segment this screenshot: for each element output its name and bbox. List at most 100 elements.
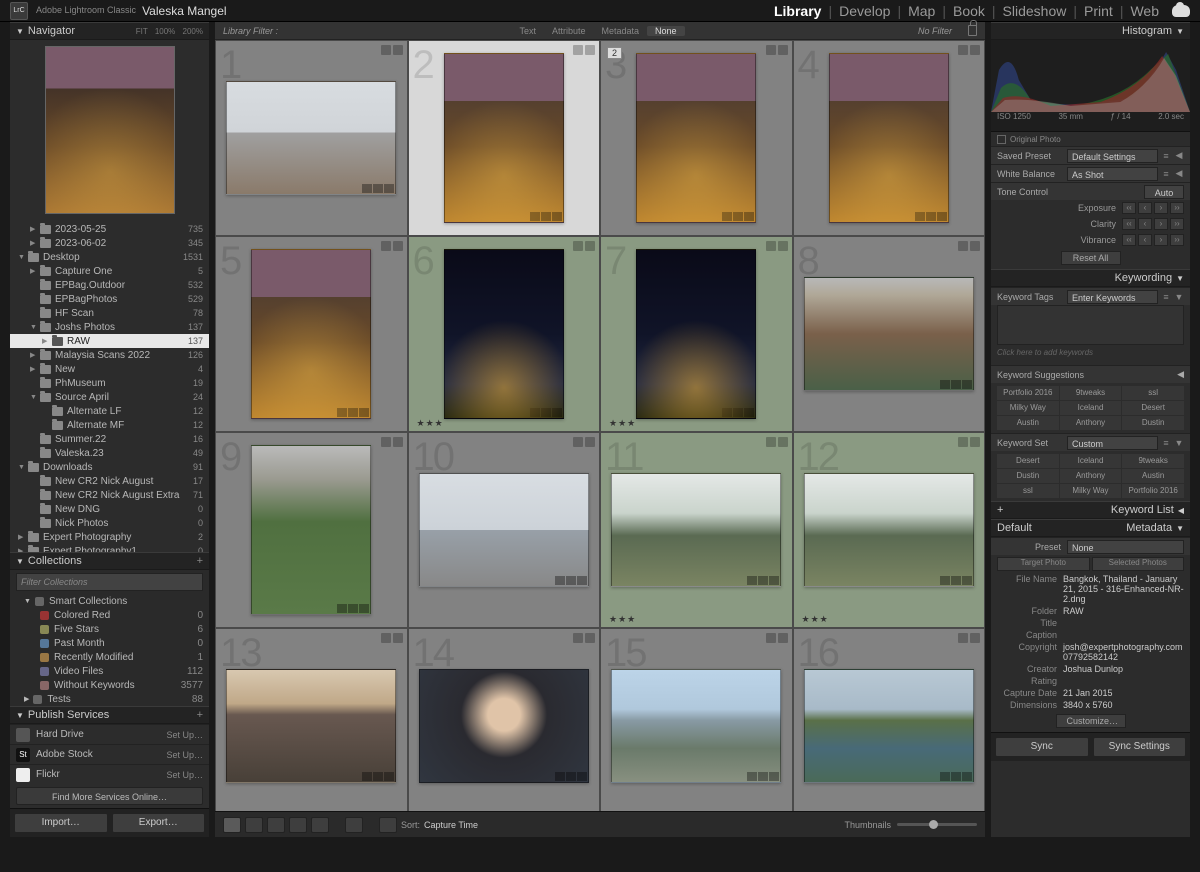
export-button[interactable]: Export… (112, 813, 206, 833)
folder-row[interactable]: Valeska.2349 (10, 446, 209, 460)
keyword-chip[interactable]: Anthony (1060, 469, 1122, 483)
sync-settings-button[interactable]: Sync Settings (1093, 737, 1187, 757)
nav-fit[interactable]: FIT (136, 27, 148, 36)
keyword-chip[interactable]: Austin (1122, 469, 1184, 483)
metadata-row[interactable]: Copyrightjosh@expertphotography.com 0779… (991, 641, 1190, 663)
filter-collections-input[interactable]: Filter Collections (16, 573, 203, 591)
keyword-textarea[interactable] (997, 305, 1184, 345)
nav-200[interactable]: 200% (183, 27, 203, 36)
keyword-chip[interactable]: Milky Way (1060, 484, 1122, 498)
view-grid-icon[interactable] (223, 817, 241, 833)
folder-row[interactable]: Alternate LF12 (10, 404, 209, 418)
publish-service-row[interactable]: FlickrSet Up… (10, 764, 209, 784)
publish-header[interactable]: ▼ Publish Services + (10, 706, 209, 724)
collections-header[interactable]: ▼ Collections + (10, 552, 209, 570)
keyword-chip[interactable]: ssl (997, 484, 1059, 498)
folder-row[interactable]: ▶New4 (10, 362, 209, 376)
keyword-tags-dropdown[interactable]: Enter Keywords (1067, 290, 1158, 304)
grid-cell[interactable]: 1 (215, 40, 408, 236)
folder-row[interactable]: ▼Source April24 (10, 390, 209, 404)
folder-row[interactable]: ▶2023-05-25735 (10, 222, 209, 236)
view-people-icon[interactable] (311, 817, 329, 833)
smart-collection-row[interactable]: Five Stars6 (10, 622, 209, 636)
filter-text[interactable]: Text (511, 26, 544, 36)
smart-collections-group[interactable]: ▼ Smart Collections (10, 594, 209, 608)
metadata-row[interactable]: Title (991, 617, 1190, 629)
metadata-row[interactable]: CreatorJoshua Dunlop (991, 663, 1190, 675)
grid-cell[interactable]: 4 (793, 40, 986, 236)
target-photo-tab[interactable]: Target Photo (997, 557, 1090, 571)
grid-cell[interactable]: 5 (215, 236, 408, 432)
keyword-chip[interactable]: Milky Way (997, 401, 1059, 415)
view-loupe-icon[interactable] (245, 817, 263, 833)
metadata-preset-dropdown[interactable]: None (1067, 540, 1184, 554)
folder-row[interactable]: Summer.2216 (10, 432, 209, 446)
grid-cell[interactable]: 9 (215, 432, 408, 628)
import-button[interactable]: Import… (14, 813, 108, 833)
folder-row[interactable]: Alternate MF12 (10, 418, 209, 432)
folder-row[interactable]: EPBagPhotos529 (10, 292, 209, 306)
customize-metadata-button[interactable]: Customize… (1056, 714, 1126, 728)
folder-row[interactable]: EPBag.Outdoor532 (10, 278, 209, 292)
sort-value[interactable]: Capture Time (424, 820, 478, 830)
keyword-chip[interactable]: ssl (1122, 386, 1184, 400)
filter-preset[interactable]: No Filter (918, 26, 966, 36)
grid-cell[interactable]: 11 ★★★ (600, 432, 793, 628)
nav-100[interactable]: 100% (155, 27, 175, 36)
keyword-chip[interactable]: Austin (997, 416, 1059, 430)
folder-row[interactable]: New CR2 Nick August17 (10, 474, 209, 488)
grid-cell[interactable]: 3 2 (600, 40, 793, 236)
smart-collection-row[interactable]: Recently Modified1 (10, 650, 209, 664)
grid-cell[interactable]: 2 (408, 40, 601, 236)
grid-cell[interactable]: 14 (408, 628, 601, 811)
folder-row[interactable]: New DNG0 (10, 502, 209, 516)
keyword-chip[interactable]: Portfolio 2016 (1122, 484, 1184, 498)
filter-attribute[interactable]: Attribute (544, 26, 594, 36)
reset-all-button[interactable]: Reset All (1061, 251, 1121, 265)
folder-row[interactable]: ▶Expert Photography2 (10, 530, 209, 544)
view-compare-icon[interactable] (267, 817, 285, 833)
keyword-chip[interactable]: 9tweaks (1060, 386, 1122, 400)
filter-none[interactable]: None (647, 26, 685, 36)
wb-dropdown[interactable]: As Shot (1067, 167, 1158, 181)
folder-row[interactable]: ▼Downloads91 (10, 460, 209, 474)
view-survey-icon[interactable] (289, 817, 307, 833)
original-photo-toggle[interactable]: Original Photo (991, 132, 1190, 146)
navigator-header[interactable]: ▼ Navigator FIT 100% 200% (10, 22, 209, 40)
publish-service-row[interactable]: Hard DriveSet Up… (10, 724, 209, 744)
keyword-hint[interactable]: Click here to add keywords (997, 348, 1184, 362)
metadata-row[interactable]: File NameBangkok, Thailand - January 21,… (991, 573, 1190, 605)
metadata-row[interactable]: FolderRAW (991, 605, 1190, 617)
navigator-preview[interactable] (10, 40, 209, 220)
painter-icon[interactable] (345, 817, 363, 833)
module-map[interactable]: Map (901, 3, 942, 19)
module-develop[interactable]: Develop (832, 3, 897, 19)
folder-row[interactable]: ▶RAW137 (10, 334, 209, 348)
folder-row[interactable]: ▼Desktop1531 (10, 250, 209, 264)
module-slideshow[interactable]: Slideshow (996, 3, 1074, 19)
metadata-header[interactable]: Default Metadata▼ (991, 519, 1190, 537)
chevron-icon[interactable]: ≡ (1161, 151, 1171, 161)
sync-button[interactable]: Sync (995, 737, 1089, 757)
folder-row[interactable]: ▶Malaysia Scans 2022126 (10, 348, 209, 362)
cloud-sync-icon[interactable] (1172, 5, 1190, 17)
add-collection-icon[interactable]: + (197, 555, 203, 567)
smart-collection-row[interactable]: Past Month0 (10, 636, 209, 650)
keyword-chip[interactable]: Iceland (1060, 401, 1122, 415)
metadata-row[interactable]: Dimensions3840 x 5760 (991, 699, 1190, 711)
metadata-row[interactable]: Capture Date21 Jan 2015 (991, 687, 1190, 699)
filter-lock-icon[interactable] (968, 25, 977, 36)
grid-cell[interactable]: 13 (215, 628, 408, 811)
keyword-set-dropdown[interactable]: Custom (1067, 436, 1158, 450)
module-web[interactable]: Web (1123, 3, 1166, 19)
module-library[interactable]: Library (767, 3, 828, 19)
module-book[interactable]: Book (946, 3, 992, 19)
keyword-chip[interactable]: Dustin (1122, 416, 1184, 430)
folder-row[interactable]: ▼Joshs Photos137 (10, 320, 209, 334)
histogram[interactable]: ISO 1250 35 mm ƒ / 14 2.0 sec (991, 40, 1190, 132)
metadata-row[interactable]: Rating (991, 675, 1190, 687)
grid-cell[interactable]: 10 (408, 432, 601, 628)
folder-row[interactable]: ▶2023-06-02345 (10, 236, 209, 250)
keyword-chip[interactable]: Anthony (1060, 416, 1122, 430)
folder-row[interactable]: PhMuseum19 (10, 376, 209, 390)
